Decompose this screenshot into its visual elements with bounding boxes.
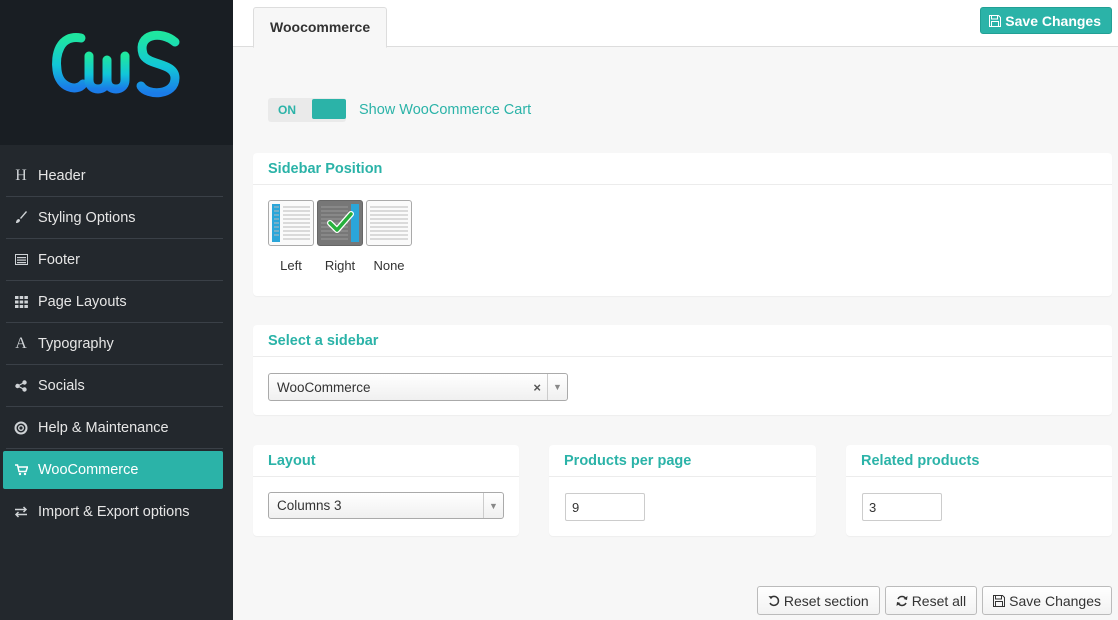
main-content: ON Show WooCommerce Cart Sidebar Positio… bbox=[233, 48, 1118, 620]
sidebar-position-left-label: Left bbox=[280, 258, 302, 273]
reset-section-button[interactable]: Reset section bbox=[756, 586, 880, 615]
sidebar-item-header[interactable]: H Header bbox=[6, 155, 223, 197]
clear-icon[interactable]: × bbox=[533, 380, 541, 395]
footer-actions: Reset section Reset all Save Changes bbox=[756, 586, 1112, 615]
layout-select-value: Columns 3 bbox=[277, 498, 342, 513]
sidebar-item-socials[interactable]: Socials bbox=[6, 365, 223, 407]
sidebar-item-typography[interactable]: A Typography bbox=[6, 323, 223, 365]
sidebar-item-label: Import & Export options bbox=[38, 504, 190, 520]
undo-icon bbox=[768, 595, 780, 606]
select-sidebar-card: Select a sidebar WooCommerce × ▼ bbox=[253, 325, 1112, 415]
chevron-down-icon[interactable]: ▼ bbox=[547, 374, 567, 400]
font-icon: A bbox=[15, 334, 27, 352]
products-per-page-input[interactable] bbox=[565, 493, 645, 521]
sidebar-item-label: Socials bbox=[38, 377, 85, 394]
woocommerce-cart-toggle[interactable]: ON bbox=[268, 98, 346, 122]
save-icon bbox=[993, 594, 1006, 607]
toggle-label: Show WooCommerce Cart bbox=[359, 102, 532, 118]
woocommerce-cart-toggle-row: ON Show WooCommerce Cart bbox=[268, 98, 531, 122]
save-changes-bottom-button[interactable]: Save Changes bbox=[982, 586, 1112, 615]
layout-card: Layout Columns 3 ▼ bbox=[253, 445, 519, 536]
reset-section-label: Reset section bbox=[783, 592, 869, 609]
sidebar-select[interactable]: WooCommerce × ▼ bbox=[268, 373, 568, 401]
topbar: Woocommerce Save Changes bbox=[233, 0, 1118, 48]
sidebar-position-none-label: None bbox=[373, 258, 405, 273]
refresh-icon bbox=[896, 595, 908, 606]
logo-area bbox=[0, 0, 233, 145]
lifebuoy-icon bbox=[12, 421, 30, 435]
related-products-input[interactable] bbox=[862, 493, 942, 521]
toggle-state-label: ON bbox=[278, 103, 296, 117]
layout-select[interactable]: Columns 3 ▼ bbox=[268, 492, 504, 519]
sidebar-item-styling-options[interactable]: Styling Options bbox=[6, 197, 223, 239]
sidebar-item-import-export[interactable]: Import & Export options bbox=[6, 491, 223, 533]
layout-title: Layout bbox=[253, 445, 519, 477]
save-changes-bottom-label: Save Changes bbox=[1009, 592, 1101, 609]
chevron-down-icon[interactable]: ▼ bbox=[483, 493, 503, 518]
save-changes-top-label: Save Changes bbox=[1005, 12, 1101, 29]
sidebar-nav: H Header Styling Options Footer Page Lay… bbox=[0, 145, 233, 533]
sidebar-item-label: Typography bbox=[38, 335, 114, 352]
sidebar-select-value: WooCommerce bbox=[277, 379, 371, 395]
sidebar-item-label: Styling Options bbox=[38, 209, 136, 226]
sidebar-position-right-label: Right bbox=[324, 258, 356, 273]
layout-right-icon bbox=[317, 200, 363, 246]
reset-all-label: Reset all bbox=[911, 592, 967, 609]
select-sidebar-title: Select a sidebar bbox=[253, 325, 1112, 357]
sidebar-position-options: Left Right None bbox=[268, 200, 412, 273]
toggle-knob bbox=[312, 99, 346, 119]
sidebar-item-help-maintenance[interactable]: Help & Maintenance bbox=[6, 407, 223, 449]
sidebar-position-left[interactable]: Left bbox=[268, 200, 314, 273]
save-icon bbox=[989, 14, 1002, 27]
sidebar-position-none[interactable]: None bbox=[366, 200, 412, 273]
sidebar-item-footer[interactable]: Footer bbox=[6, 239, 223, 281]
header-icon: H bbox=[15, 166, 27, 184]
sidebar-position-title: Sidebar Position bbox=[253, 153, 1112, 185]
sidebar-position-right[interactable]: Right bbox=[317, 200, 363, 273]
layout-none-icon bbox=[366, 200, 412, 246]
related-products-title: Related products bbox=[846, 445, 1112, 477]
logo bbox=[51, 30, 180, 97]
sidebar-item-label: Page Layouts bbox=[38, 293, 127, 310]
tab-woocommerce[interactable]: Woocommerce bbox=[253, 7, 388, 48]
sidebar-item-label: Footer bbox=[38, 251, 80, 268]
save-changes-top-button[interactable]: Save Changes bbox=[980, 7, 1112, 34]
related-products-card: Related products bbox=[846, 445, 1112, 536]
sidebar: H Header Styling Options Footer Page Lay… bbox=[0, 0, 233, 620]
products-per-page-card: Products per page bbox=[549, 445, 816, 536]
sidebar-position-card: Sidebar Position Left Right None bbox=[253, 153, 1112, 296]
brush-icon bbox=[12, 211, 30, 224]
exchange-icon bbox=[12, 506, 30, 518]
layout-left-icon bbox=[268, 200, 314, 246]
footer-icon bbox=[12, 254, 30, 265]
sidebar-item-label: WooCommerce bbox=[38, 462, 139, 478]
reset-all-button[interactable]: Reset all bbox=[884, 586, 978, 615]
sidebar-item-label: Header bbox=[38, 167, 86, 184]
sidebar-item-label: Help & Maintenance bbox=[38, 419, 169, 436]
share-icon bbox=[12, 379, 30, 392]
sidebar-item-page-layouts[interactable]: Page Layouts bbox=[6, 281, 223, 323]
products-per-page-title: Products per page bbox=[549, 445, 816, 477]
sidebar-item-woocommerce[interactable]: WooCommerce bbox=[3, 451, 223, 489]
cart-icon bbox=[12, 464, 30, 476]
grid-icon bbox=[12, 295, 30, 308]
